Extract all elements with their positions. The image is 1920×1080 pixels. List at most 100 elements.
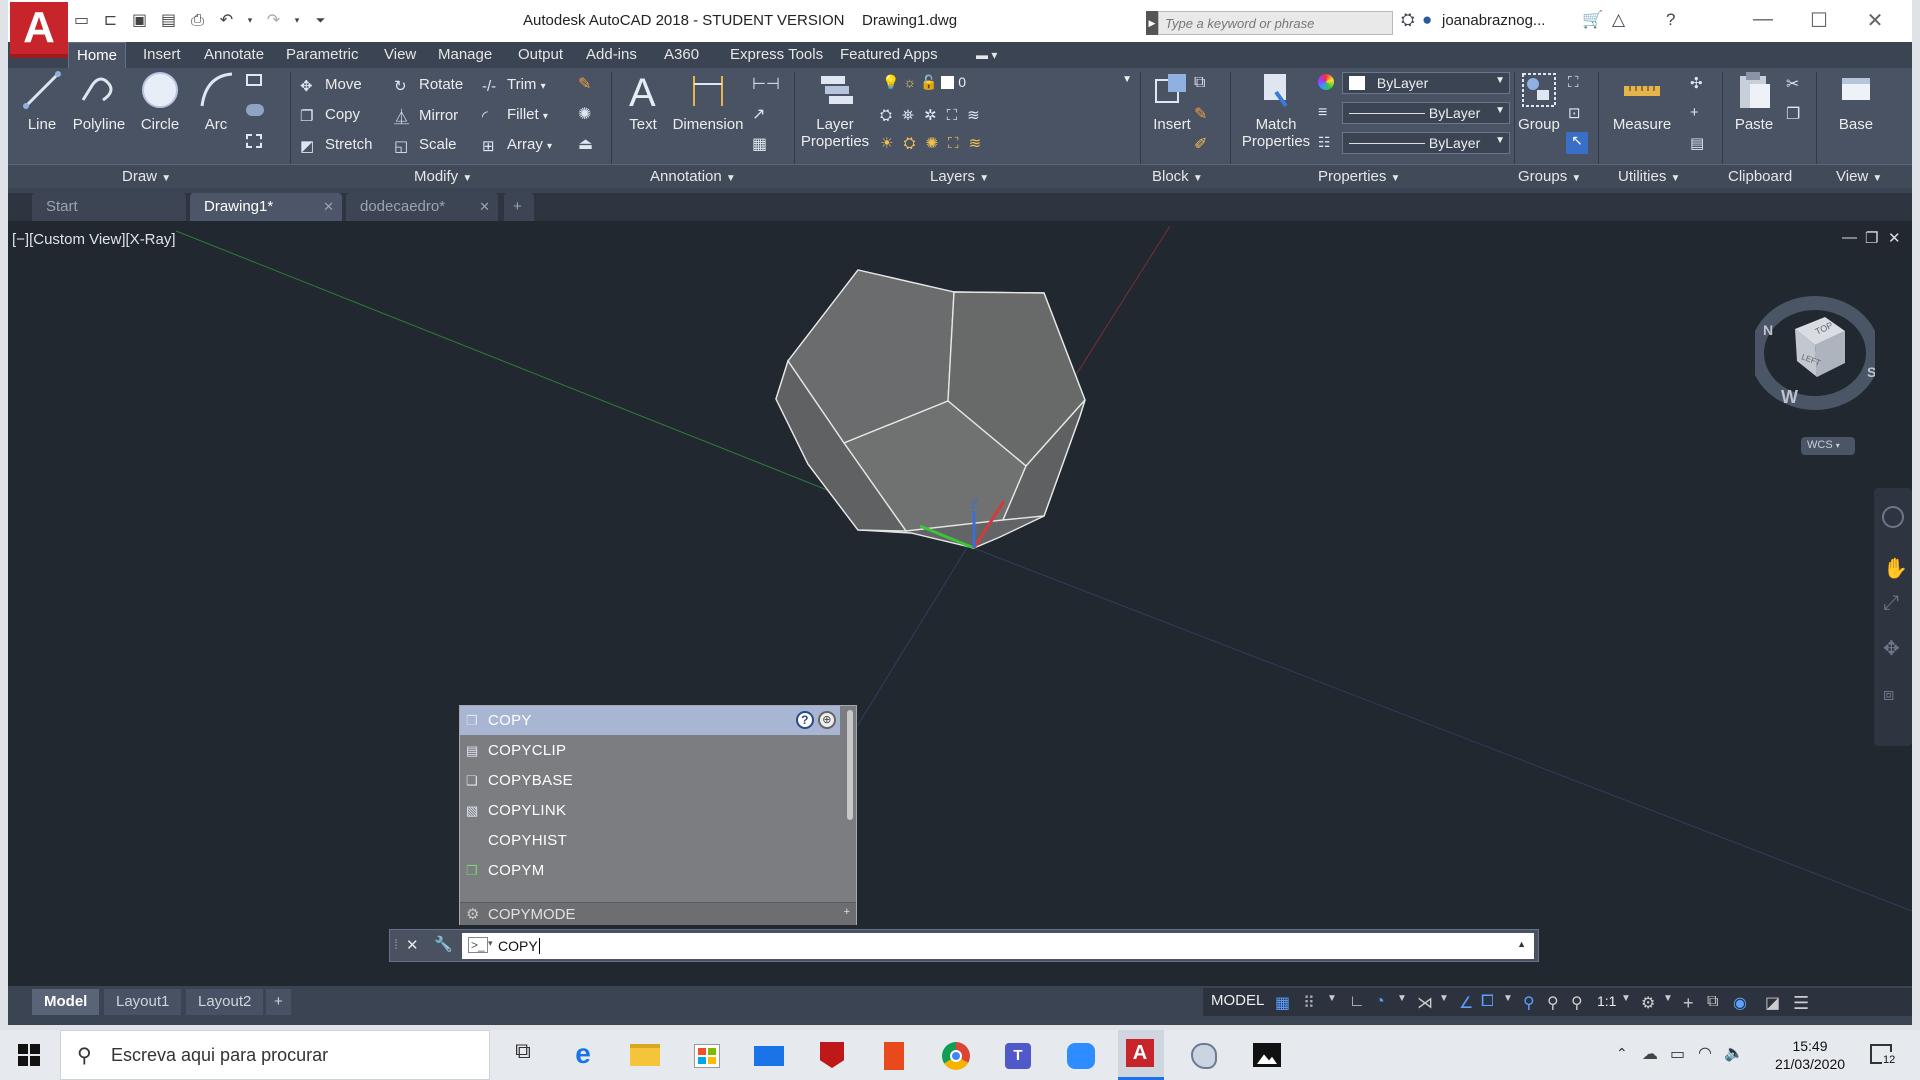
panel-title-block[interactable]: Block ▼: [1152, 168, 1203, 185]
stretch-button[interactable]: ◩ Stretch: [300, 136, 373, 155]
autocomplete-item-copy[interactable]: ❐ COPY ? ⊕: [460, 706, 840, 735]
new-tab-button[interactable]: +: [504, 193, 534, 221]
maximize-button[interactable]: ☐: [1804, 8, 1834, 33]
base-view-button[interactable]: Base: [1826, 70, 1886, 133]
layer-unlock-icon[interactable]: ⛶: [948, 135, 969, 152]
workspace-gear-icon[interactable]: ⚙: [1641, 993, 1659, 1012]
layout-tab-layout2[interactable]: Layout2: [186, 989, 264, 1015]
paste-button[interactable]: Paste: [1724, 70, 1784, 133]
undo-dropdown-icon[interactable]: ▾: [246, 11, 254, 30]
tab-home[interactable]: Home: [68, 42, 127, 68]
array-button[interactable]: ⊞ Array ▾: [482, 136, 552, 155]
task-view-icon[interactable]: ⧉: [506, 1038, 540, 1072]
layer-off-icon[interactable]: ⛭: [880, 107, 902, 124]
volume-icon[interactable]: 🔈: [1724, 1043, 1744, 1063]
search-expand-icon[interactable]: ▶: [1146, 11, 1158, 35]
polar-tracking-icon[interactable]: ◔: [1375, 993, 1393, 1011]
move-button[interactable]: ✥ Move: [300, 76, 362, 95]
lineweight-icon[interactable]: ☷: [1318, 134, 1338, 152]
autocomplete-item-copyclip[interactable]: ▤ COPYCLIP: [460, 736, 840, 765]
viewcube[interactable]: TOP LEFT N S W: [1750, 291, 1880, 411]
onedrive-icon[interactable]: ☁: [1642, 1044, 1658, 1064]
show-hidden-icons-chevron[interactable]: ⌃: [1616, 1045, 1628, 1062]
tab-a360[interactable]: A360: [656, 42, 707, 68]
hatch-icon[interactable]: [246, 104, 264, 116]
arc-button[interactable]: Arc: [188, 70, 244, 133]
file-tab-dodecaedro[interactable]: dodecaedro* ✕: [346, 193, 498, 221]
orbit-icon[interactable]: ✥: [1883, 636, 1900, 661]
taskbar-clock[interactable]: 15:49 21/03/2020: [1765, 1037, 1855, 1073]
group-edit-icon[interactable]: ⊡: [1568, 104, 1588, 122]
layer-lock-icon[interactable]: ⛶: [947, 107, 968, 124]
redo-dropdown-icon[interactable]: ▾: [293, 11, 301, 30]
autocomplete-item-copym[interactable]: ❐ COPYM: [460, 856, 840, 885]
graphics-performance-icon[interactable]: ◪: [1765, 993, 1783, 1012]
file-explorer-icon[interactable]: [628, 1038, 662, 1072]
layer-change-icon[interactable]: ≋: [969, 135, 992, 152]
offset-icon[interactable]: ⏏: [578, 134, 598, 153]
line-button[interactable]: Line: [14, 70, 70, 133]
boundary-icon[interactable]: [246, 134, 262, 148]
expand-icon[interactable]: +: [844, 906, 850, 918]
user-icon[interactable]: ●: [1422, 10, 1432, 30]
steering-wheel-icon[interactable]: [1882, 506, 1904, 528]
polyline-button[interactable]: Polyline: [66, 70, 132, 133]
linetype-icon[interactable]: ≡: [1318, 104, 1338, 122]
id-point-icon[interactable]: +: [1690, 104, 1710, 122]
fillet-button[interactable]: ◜ Fillet ▾: [482, 106, 548, 125]
leader-icon[interactable]: ↗: [752, 104, 772, 123]
layer-properties-button[interactable]: Layer Properties: [800, 70, 870, 150]
text-button[interactable]: A Text: [618, 70, 668, 133]
color-wheel-icon[interactable]: [1318, 74, 1334, 90]
zoom-icon[interactable]: [1062, 1038, 1096, 1072]
search-internet-icon[interactable]: ⊕: [818, 711, 836, 729]
chevron-down-icon[interactable]: ▼: [1663, 993, 1681, 1011]
object-snap-icon[interactable]: ⧠: [1481, 993, 1499, 1011]
tab-view[interactable]: View: [376, 42, 424, 68]
panel-title-view[interactable]: View ▼: [1836, 168, 1882, 185]
copy-clip-icon[interactable]: ❐: [1786, 104, 1806, 123]
tab-addins[interactable]: Add-ins: [578, 42, 645, 68]
new-file-icon[interactable]: ▭: [72, 11, 91, 30]
windows-start-icon[interactable]: [18, 1044, 40, 1066]
minimize-button[interactable]: —: [1748, 8, 1778, 31]
layout-tab-model[interactable]: Model: [32, 989, 100, 1015]
group-selection-icon[interactable]: ↖: [1566, 132, 1588, 154]
microsoft-store-icon[interactable]: [690, 1038, 724, 1072]
auto-scale-icon[interactable]: ⚲: [1547, 993, 1565, 1012]
tab-manage[interactable]: Manage: [430, 42, 500, 68]
chrome-icon[interactable]: [938, 1038, 972, 1072]
snap-icon[interactable]: ⠿: [1303, 993, 1321, 1012]
recent-commands-dropdown-icon[interactable]: ▾: [488, 938, 493, 949]
group-button[interactable]: Group: [1514, 70, 1564, 133]
notification-center-icon[interactable]: 12: [1870, 1044, 1897, 1068]
autocomplete-item-copybase[interactable]: ❏ COPYBASE: [460, 766, 840, 795]
annotation-scale-value[interactable]: 1:1: [1597, 993, 1621, 1011]
annotation-scale-icon[interactable]: ⚲: [1571, 993, 1589, 1012]
calculator-icon[interactable]: ▤: [1690, 134, 1710, 152]
open-file-icon[interactable]: ⊏: [101, 11, 120, 30]
rectangle-icon[interactable]: [246, 74, 262, 86]
tab-parametric[interactable]: Parametric: [278, 42, 367, 68]
autocad-taskbar-icon[interactable]: A: [1118, 1030, 1164, 1080]
tab-insert[interactable]: Insert: [135, 42, 189, 68]
ungroup-icon[interactable]: ⛶: [1568, 74, 1588, 92]
wcs-menu[interactable]: WCS ▾: [1801, 437, 1855, 455]
copy-button[interactable]: ❐ Copy: [300, 106, 360, 125]
chevron-down-icon[interactable]: ▼: [1397, 993, 1415, 1011]
close-tab-icon[interactable]: ✕: [479, 193, 490, 221]
help-search-input[interactable]: Type a keyword or phrase: [1158, 11, 1393, 35]
save-icon[interactable]: ▣: [130, 11, 149, 30]
layout-tab-layout1[interactable]: Layout1: [104, 989, 182, 1015]
drag-handle-icon[interactable]: ⁞: [394, 936, 398, 952]
close-tab-icon[interactable]: ✕: [323, 193, 334, 221]
tab-output[interactable]: Output: [510, 42, 571, 68]
cart-icon[interactable]: 🛒: [1582, 10, 1603, 30]
quick-select-icon[interactable]: ✣: [1690, 74, 1710, 92]
photos-icon[interactable]: [1248, 1038, 1282, 1072]
user-account-menu[interactable]: joanabraznog...: [1442, 12, 1545, 29]
panel-title-modify[interactable]: Modify ▼: [414, 168, 472, 185]
showmotion-icon[interactable]: ⧈: [1883, 684, 1894, 705]
chevron-down-icon[interactable]: ▼: [1439, 993, 1457, 1011]
dimension-button[interactable]: Dimension: [668, 70, 748, 133]
